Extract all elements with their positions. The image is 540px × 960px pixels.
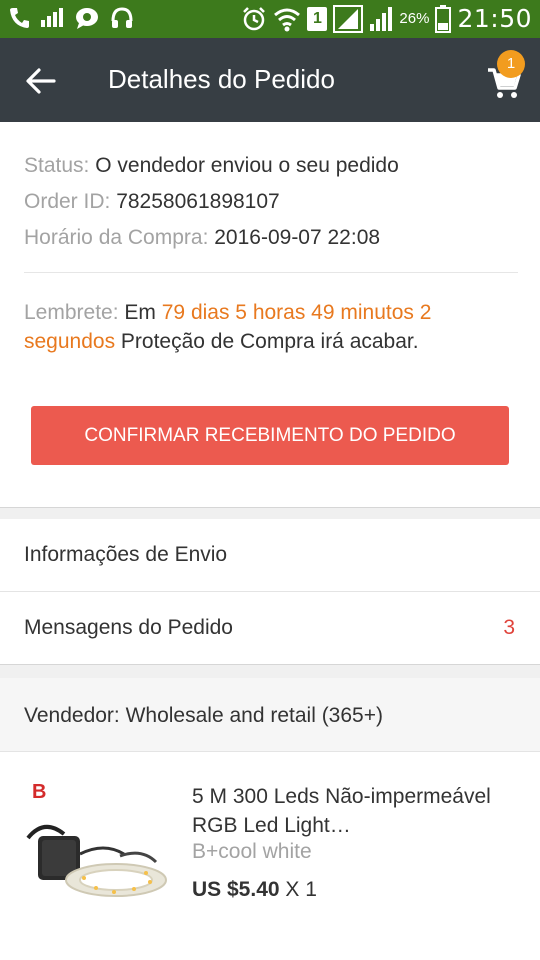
- product-image[interactable]: B: [24, 778, 172, 912]
- order-status-line: Status: O vendedor enviou o seu pedido: [24, 148, 518, 184]
- cart-badge: 1: [497, 50, 525, 78]
- purchase-time-line: Horário da Compra: 2016-09-07 22:08: [24, 220, 518, 256]
- confirm-receipt-button[interactable]: CONFIRMAR RECEBIMENTO DO PEDIDO: [31, 406, 509, 465]
- sim-indicator: 1: [307, 6, 328, 31]
- cell-signal-2-icon: [370, 6, 393, 31]
- section-separator: [0, 507, 540, 519]
- product-variant: B+cool white: [192, 840, 312, 863]
- app-bar: Detalhes do Pedido 1: [0, 38, 540, 122]
- product-thumb-letter: B: [32, 781, 46, 803]
- clock: 21:50: [457, 4, 532, 33]
- product-quantity: X 1: [285, 878, 317, 901]
- cell-signal-icon: [333, 4, 364, 33]
- seller-row[interactable]: Vendedor: Wholesale and retail (365+): [0, 678, 540, 752]
- status-bar: 1 26% 21:50: [0, 0, 540, 38]
- order-messages-row[interactable]: Mensagens do Pedido 3: [0, 592, 540, 664]
- wifi-icon: [274, 8, 301, 31]
- countdown-line1: 79 dias 5 horas 49 minutos 2: [161, 301, 432, 324]
- protection-reminder: Lembrete: Em 79 dias 5 horas 49 minutos …: [24, 298, 518, 356]
- status-label: Status:: [24, 154, 90, 177]
- status-value: O vendedor enviou o seu pedido: [95, 154, 399, 177]
- reminder-post: Proteção de Compra irá acabar.: [120, 330, 419, 353]
- order-id-label: Order ID:: [24, 190, 111, 213]
- status-notifications: [8, 6, 134, 30]
- page-title: Detalhes do Pedido: [108, 64, 335, 94]
- product-item[interactable]: B 5 M 300 Leds Não-impermeável RGB Led L…: [0, 752, 540, 960]
- battery-percent: 26%: [399, 10, 430, 27]
- order-messages-label: Mensagens do Pedido: [24, 616, 233, 639]
- purchase-time-value: 2016-09-07 22:08: [214, 226, 381, 249]
- reminder-pre: Em: [124, 301, 156, 324]
- headphones-icon: [111, 7, 133, 28]
- chat-icon: [76, 8, 98, 29]
- seller-name: Vendedor: Wholesale and retail (365+): [24, 704, 383, 727]
- battery-icon: [435, 4, 452, 33]
- phone-icon: [10, 8, 29, 28]
- shipping-info-label: Informações de Envio: [24, 543, 228, 566]
- back-arrow-icon[interactable]: [24, 64, 58, 98]
- order-id-line: Order ID: 78258061898107: [24, 184, 518, 220]
- reminder-label: Lembrete:: [24, 301, 119, 324]
- shipping-info-row[interactable]: Informações de Envio: [0, 519, 540, 591]
- alarm-icon: [243, 6, 266, 30]
- countdown-line2: segundos: [24, 330, 116, 353]
- product-title: 5 M 300 Leds Não-impermeável RGB Led Lig…: [192, 785, 491, 837]
- purchase-time-label: Horário da Compra:: [24, 226, 209, 249]
- divider: [24, 272, 518, 273]
- product-price-line: US $5.40 X 1: [192, 878, 317, 902]
- order-id-value: 78258061898107: [116, 190, 280, 213]
- product-price: US $5.40: [192, 878, 280, 901]
- status-system: 1 26% 21:50: [241, 4, 532, 33]
- section-separator: [0, 664, 540, 678]
- order-info: Status: O vendedor enviou o seu pedido O…: [24, 148, 518, 256]
- signal-bars-icon: [41, 8, 63, 27]
- order-messages-count: 3: [503, 616, 515, 639]
